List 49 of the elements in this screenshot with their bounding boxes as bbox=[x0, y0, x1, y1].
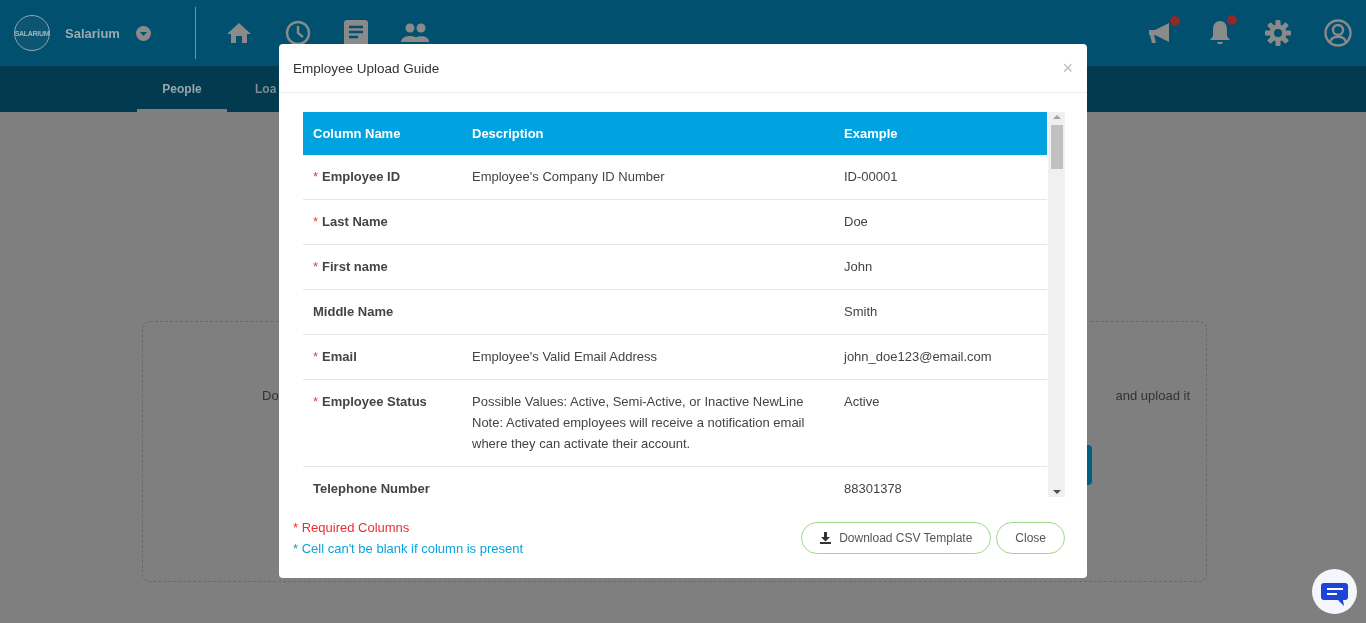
column-header: Description bbox=[462, 112, 834, 155]
field-name: Middle Name bbox=[313, 303, 394, 321]
field-name: Telephone Number bbox=[313, 480, 430, 497]
field-name: Email bbox=[322, 348, 357, 366]
required-marker: * bbox=[313, 168, 319, 186]
user-avatar-icon[interactable] bbox=[1324, 19, 1352, 47]
bell-icon[interactable] bbox=[1208, 19, 1232, 47]
column-header: Column Name bbox=[303, 112, 462, 155]
field-name: Employee ID bbox=[322, 168, 401, 186]
nav-tab[interactable]: Loa bbox=[227, 66, 277, 112]
field-description: Employee's Company ID Number bbox=[472, 168, 665, 186]
required-marker: * bbox=[313, 393, 319, 411]
field-name: First name bbox=[322, 258, 388, 276]
field-example: john_doe123@email.com bbox=[844, 348, 992, 366]
legend-note: * Cell can't be blank if column is present bbox=[293, 539, 524, 558]
settings-icon[interactable] bbox=[1265, 20, 1291, 46]
scrollbar-thumb[interactable] bbox=[1050, 125, 1063, 169]
field-example: Active bbox=[844, 393, 880, 411]
field-name: Last Name bbox=[322, 213, 388, 231]
scroll-up-icon[interactable] bbox=[1052, 112, 1061, 122]
instruction-text: Do bbox=[262, 388, 279, 403]
field-example: 88301378 bbox=[844, 480, 902, 497]
home-icon[interactable] bbox=[225, 22, 252, 44]
field-example: John bbox=[844, 258, 873, 276]
legend-note: * Required Columns bbox=[293, 518, 411, 537]
document-icon[interactable] bbox=[343, 20, 368, 46]
field-example: Smith bbox=[844, 303, 878, 321]
caret-icon[interactable] bbox=[135, 25, 151, 41]
clock-icon[interactable] bbox=[284, 20, 311, 46]
field-description: Possible Values: Active, Semi-Active, or Inactive NewLine Note: Activated employees will receive a notification email where they can activate their account. bbox=[472, 393, 806, 453]
people-icon[interactable] bbox=[400, 23, 429, 43]
required-marker: * bbox=[313, 258, 319, 276]
instruction-text: and upload it bbox=[1115, 388, 1190, 403]
dialog-title: Employee Upload Guide bbox=[293, 60, 440, 76]
scroll-down-icon[interactable] bbox=[1052, 487, 1061, 497]
field-name: Employee Status bbox=[322, 393, 427, 411]
field-example: ID-00001 bbox=[844, 168, 898, 186]
chat-button[interactable] bbox=[1312, 569, 1357, 614]
company-name[interactable]: Salarium bbox=[65, 25, 120, 41]
upload-button[interactable] bbox=[1087, 445, 1092, 485]
column-header: Example bbox=[834, 112, 1047, 155]
download-icon bbox=[820, 531, 832, 544]
required-marker: * bbox=[313, 348, 319, 366]
download-button[interactable]: Download CSV Template bbox=[801, 521, 992, 554]
close-button[interactable]: Close bbox=[996, 521, 1065, 554]
required-marker: * bbox=[313, 213, 319, 231]
field-description: Employee's Valid Email Address bbox=[472, 348, 658, 366]
scrollbar[interactable] bbox=[1048, 112, 1065, 497]
field-example: Doe bbox=[844, 213, 868, 231]
